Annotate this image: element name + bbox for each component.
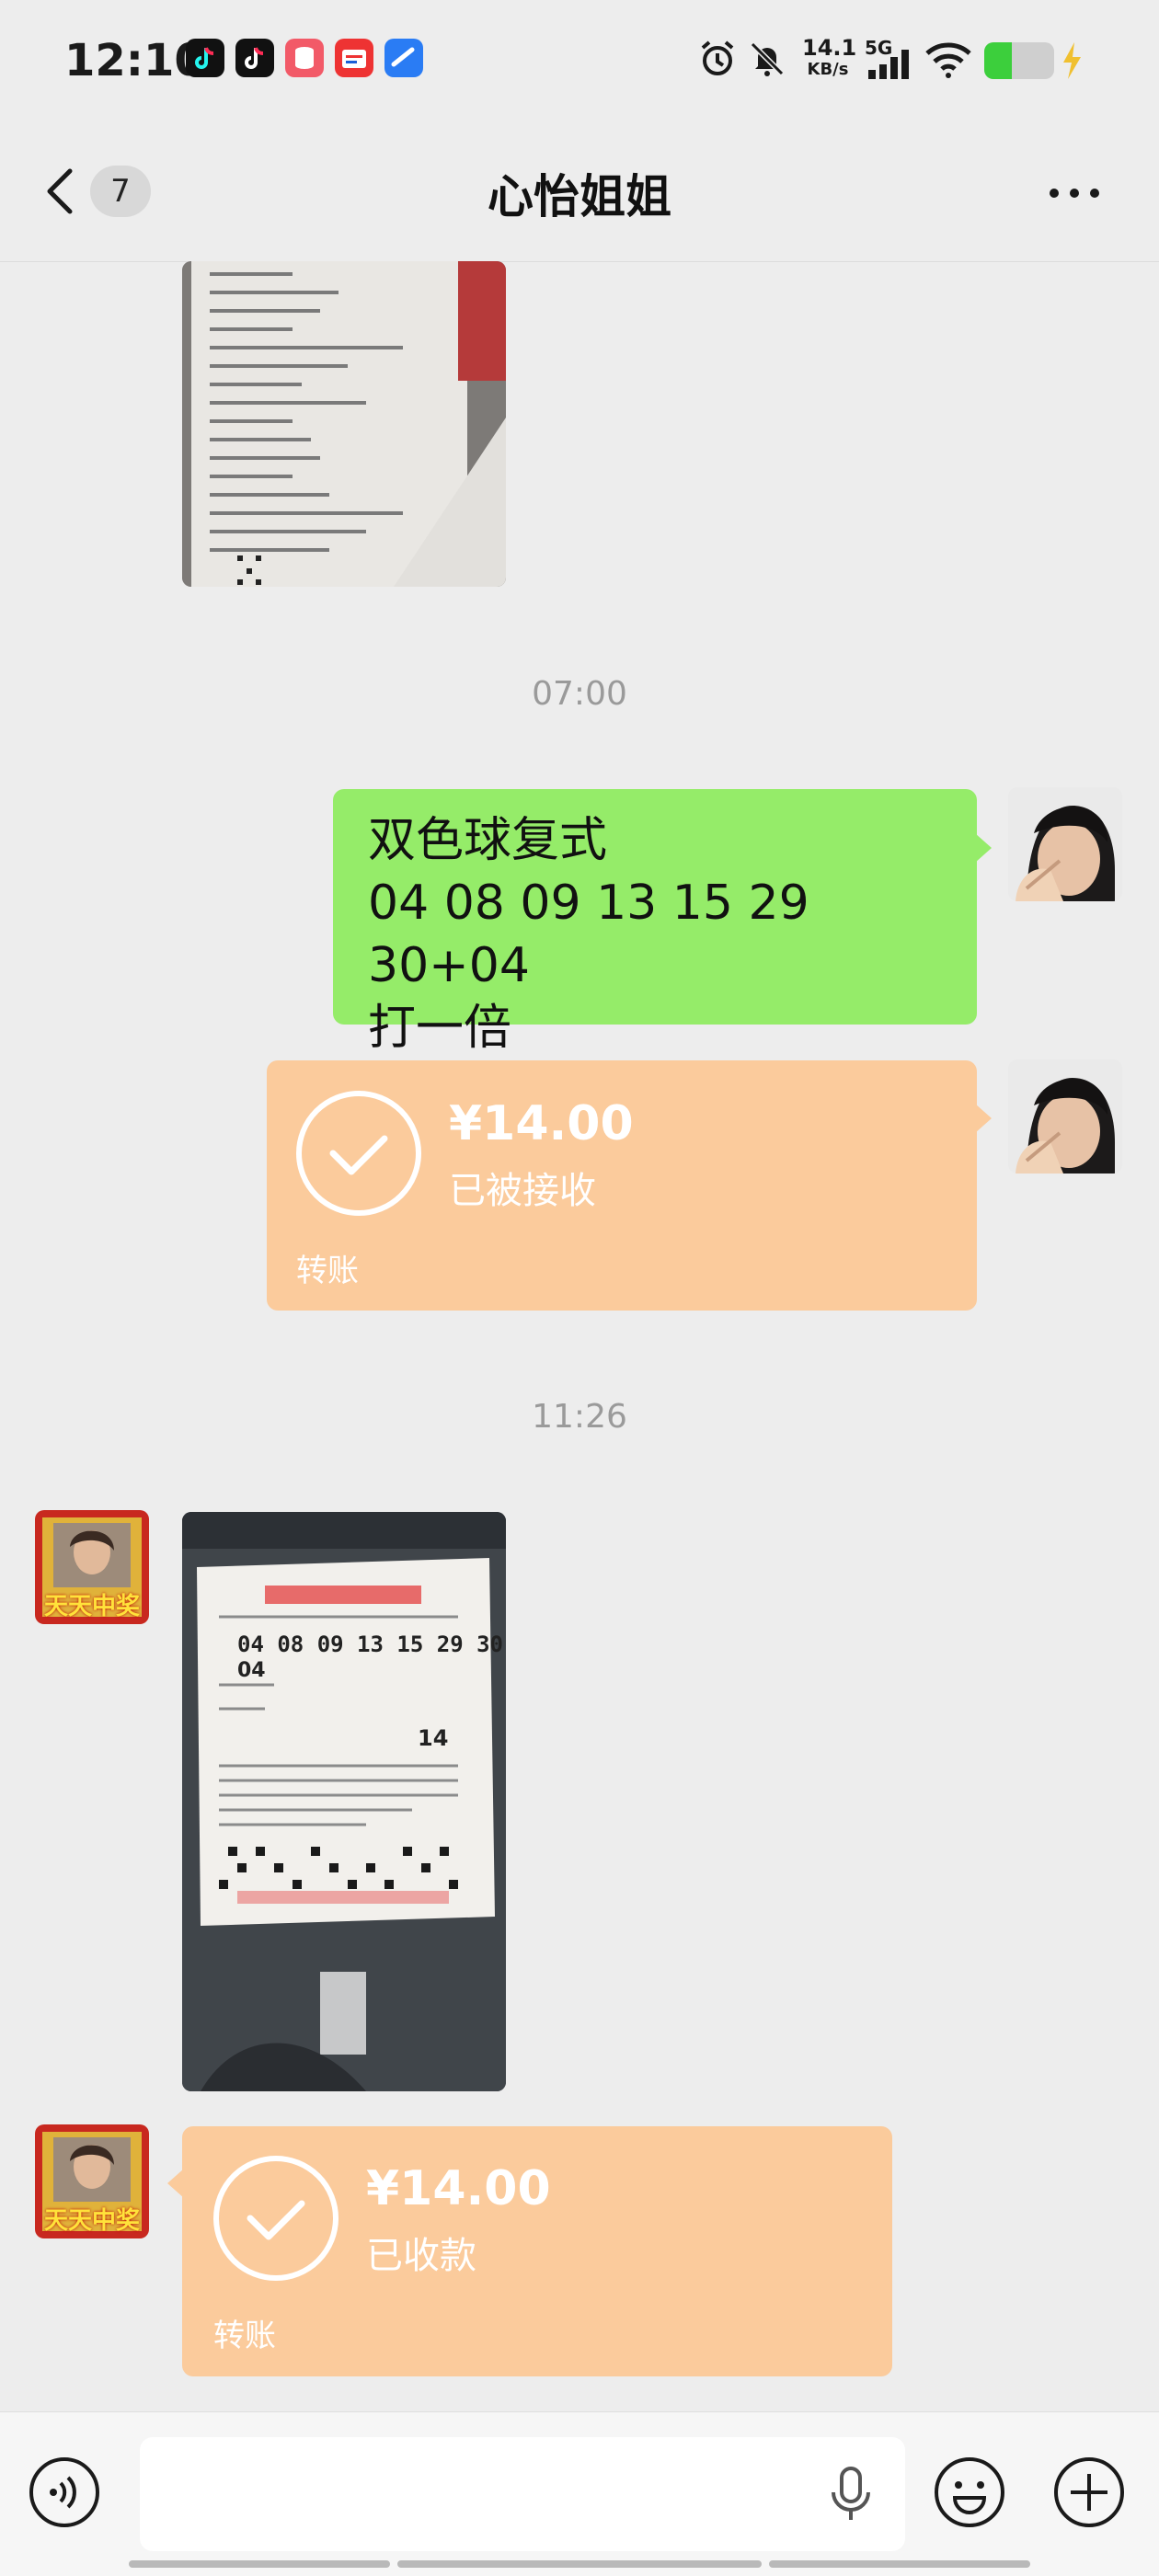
my-avatar[interactable] <box>1008 1059 1122 1174</box>
plus-icon[interactable] <box>1052 2456 1126 2529</box>
tiktok-lite-icon <box>235 39 274 77</box>
ticket-numbers: 04 08 09 13 15 29 30 <box>237 1631 503 1657</box>
mail-app-icon <box>384 39 423 77</box>
transfer-label: 转账 <box>296 1253 359 1289</box>
lottery-ticket-photo[interactable]: 04 08 09 13 15 29 30 04 14 <box>182 1512 506 2091</box>
alarm-icon <box>697 39 738 79</box>
tiktok-icon <box>186 39 224 77</box>
contact-avatar-text: 天天中奖 <box>43 1593 140 1620</box>
signal-icon: 5G <box>865 37 916 83</box>
battery-icon <box>984 42 1054 79</box>
check-circle-icon <box>213 2156 339 2281</box>
my-avatar[interactable] <box>1008 787 1122 901</box>
database-app-icon <box>285 39 324 77</box>
home-indicator <box>769 2560 1030 2568</box>
charging-icon <box>1058 40 1085 81</box>
contact-avatar[interactable]: 天天中奖 <box>35 2124 149 2238</box>
ticket-blue-number: 04 <box>237 1659 266 1682</box>
time-stamp: 11:26 <box>532 1398 627 1436</box>
ticket-total: 14 <box>418 1725 449 1751</box>
contact-avatar-text: 天天中奖 <box>43 2207 140 2235</box>
net-speed: 14.1 KB/s <box>802 35 857 79</box>
time-stamp: 07:00 <box>532 675 627 713</box>
news-app-icon <box>335 39 373 77</box>
status-time: 12:10 <box>64 35 205 86</box>
bubble-tail <box>167 2169 184 2198</box>
chat-title: 心怡姐姐 <box>488 170 671 223</box>
more-icon[interactable] <box>1047 175 1102 212</box>
transfer-status: 已收款 <box>366 2235 476 2277</box>
wifi-icon <box>924 39 973 79</box>
transfer-amount: ¥14.00 <box>449 1096 634 1151</box>
mute-bell-icon <box>747 39 787 79</box>
text-message: 双色球复式 04 08 09 13 15 29 30+04 打一倍 <box>368 813 809 1056</box>
transfer-amount: ¥14.00 <box>366 2161 551 2216</box>
bubble-tail <box>975 1104 992 1133</box>
receipt-photo-1[interactable] <box>182 261 506 587</box>
transfer-status: 已被接收 <box>449 1170 596 1212</box>
emoji-icon[interactable] <box>933 2456 1006 2529</box>
mic-icon[interactable] <box>828 2465 874 2524</box>
transfer-label: 转账 <box>213 2318 276 2354</box>
voice-icon[interactable] <box>28 2456 101 2529</box>
contact-avatar[interactable]: 天天中奖 <box>35 1510 149 1624</box>
check-circle-icon <box>296 1091 421 1216</box>
bubble-tail <box>975 833 992 863</box>
home-indicator <box>397 2560 762 2568</box>
message-input[interactable] <box>140 2437 905 2551</box>
home-indicator <box>129 2560 390 2568</box>
